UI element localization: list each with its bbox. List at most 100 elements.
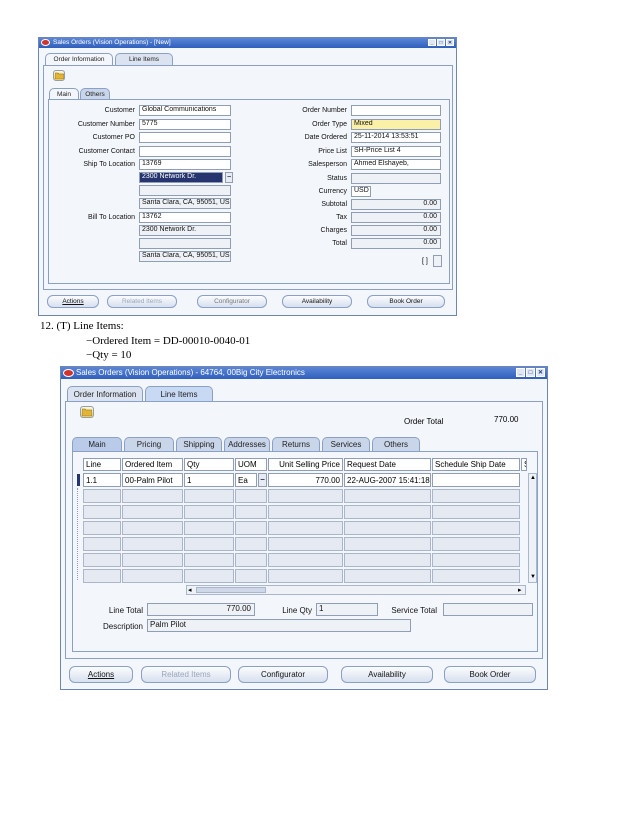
row-selector-column[interactable] <box>77 488 80 580</box>
col-header-s[interactable]: S <box>521 458 527 471</box>
ship-to-location-field[interactable]: 13769 <box>139 159 231 170</box>
col-header-line[interactable]: Line <box>83 458 121 471</box>
date-ordered-field[interactable]: 25-11-2014 13:53:51 <box>351 132 441 143</box>
minimize-icon[interactable]: _ <box>428 39 436 46</box>
cell-uom[interactable]: Ea <box>235 473 257 487</box>
book-order-button-2[interactable]: Book Order <box>444 666 536 683</box>
vertical-scrollbar[interactable]: ▲ ▼ <box>528 473 537 583</box>
empty-grid-cell[interactable] <box>122 537 183 551</box>
scroll-right-icon[interactable]: ▸ <box>518 586 522 594</box>
scroll-left-icon[interactable]: ◂ <box>188 586 192 594</box>
empty-grid-cell[interactable] <box>122 489 183 503</box>
cell-qty[interactable]: 1 <box>184 473 234 487</box>
bill-to-location-field[interactable]: 13762 <box>139 212 231 223</box>
subtab-pricing[interactable]: Pricing <box>124 437 174 451</box>
subtab-services[interactable]: Services <box>322 437 370 451</box>
empty-grid-cell[interactable] <box>83 505 121 519</box>
close-icon-2[interactable]: ✕ <box>536 368 545 377</box>
tab-line-items[interactable]: Line Items <box>115 53 173 65</box>
empty-grid-cell[interactable] <box>344 569 431 583</box>
maximize-icon[interactable]: □ <box>437 39 445 46</box>
empty-grid-cell[interactable] <box>83 521 121 535</box>
col-header-ordered-item[interactable]: Ordered Item <box>122 458 183 471</box>
related-items-button-2[interactable]: Related Items <box>141 666 231 683</box>
empty-grid-cell[interactable] <box>432 569 520 583</box>
empty-grid-cell[interactable] <box>268 553 343 567</box>
horizontal-scrollbar[interactable]: ◂ ▸ <box>186 585 526 595</box>
empty-grid-cell[interactable] <box>268 489 343 503</box>
actions-button[interactable]: Actions <box>47 295 99 308</box>
close-icon[interactable]: ✕ <box>446 39 454 46</box>
empty-grid-cell[interactable] <box>83 569 121 583</box>
empty-grid-cell[interactable] <box>432 553 520 567</box>
col-header-uom[interactable]: UOM <box>235 458 267 471</box>
folder-icon-2[interactable] <box>80 406 94 418</box>
availability-button[interactable]: Availability <box>282 295 352 308</box>
empty-grid-cell[interactable] <box>235 521 267 535</box>
cell-schedule-ship-date[interactable] <box>432 473 520 487</box>
subtab-main[interactable]: Main <box>49 88 79 99</box>
subtab-addresses[interactable]: Addresses <box>224 437 270 451</box>
customer-number-field[interactable]: 5775 <box>139 119 231 130</box>
tab-order-information-2[interactable]: Order Information <box>67 386 143 401</box>
subtab-shipping[interactable]: Shipping <box>176 437 222 451</box>
cell-ordered-item[interactable]: 00-Palm Pilot <box>122 473 183 487</box>
configurator-button[interactable]: Configurator <box>197 295 267 308</box>
price-list-field[interactable]: SH-Price List 4 <box>351 146 441 157</box>
configurator-button-2[interactable]: Configurator <box>238 666 328 683</box>
subtab-others-2[interactable]: Others <box>372 437 420 451</box>
empty-grid-cell[interactable] <box>235 553 267 567</box>
empty-grid-cell[interactable] <box>122 569 183 583</box>
cell-request-date[interactable]: 22-AUG-2007 15:41:18 <box>344 473 431 487</box>
maximize-icon-2[interactable]: □ <box>526 368 535 377</box>
empty-grid-cell[interactable] <box>268 521 343 535</box>
col-header-schedule-ship-date[interactable]: Schedule Ship Date <box>432 458 520 471</box>
empty-grid-cell[interactable] <box>235 489 267 503</box>
col-header-unit-selling-price[interactable]: Unit Selling Price <box>268 458 343 471</box>
cell-unit-selling-price[interactable]: 770.00 <box>268 473 343 487</box>
empty-grid-cell[interactable] <box>235 537 267 551</box>
empty-grid-cell[interactable] <box>83 489 121 503</box>
currency-field[interactable]: USD <box>351 186 371 197</box>
customer-po-field[interactable] <box>139 132 231 143</box>
folder-icon[interactable] <box>53 70 65 81</box>
ship-address-lov-button[interactable]: − <box>225 172 233 183</box>
empty-grid-cell[interactable] <box>344 505 431 519</box>
uom-lov-button[interactable]: − <box>258 473 267 487</box>
empty-grid-cell[interactable] <box>184 569 234 583</box>
tab-line-items-2[interactable]: Line Items <box>145 386 213 401</box>
scroll-thumb[interactable] <box>196 587 266 593</box>
availability-button-2[interactable]: Availability <box>341 666 433 683</box>
empty-grid-cell[interactable] <box>122 553 183 567</box>
empty-grid-cell[interactable] <box>268 505 343 519</box>
empty-grid-cell[interactable] <box>184 521 234 535</box>
subtab-main-2[interactable]: Main <box>72 437 122 451</box>
empty-grid-cell[interactable] <box>344 537 431 551</box>
empty-grid-cell[interactable] <box>268 569 343 583</box>
empty-grid-cell[interactable] <box>83 537 121 551</box>
scroll-up-icon[interactable]: ▲ <box>530 475 536 481</box>
empty-grid-cell[interactable] <box>268 537 343 551</box>
empty-grid-cell[interactable] <box>432 489 520 503</box>
subtab-others[interactable]: Others <box>80 88 110 99</box>
col-header-qty[interactable]: Qty <box>184 458 234 471</box>
empty-grid-cell[interactable] <box>432 521 520 535</box>
tab-order-information[interactable]: Order Information <box>45 53 113 65</box>
empty-grid-cell[interactable] <box>432 537 520 551</box>
empty-grid-cell[interactable] <box>184 537 234 551</box>
flex-field-box[interactable] <box>433 255 442 267</box>
empty-grid-cell[interactable] <box>83 553 121 567</box>
ship-address-line1[interactable]: 2300 Network Dr. <box>139 172 223 183</box>
order-number-field[interactable] <box>351 105 441 116</box>
empty-grid-cell[interactable] <box>344 553 431 567</box>
empty-grid-cell[interactable] <box>235 569 267 583</box>
book-order-button[interactable]: Book Order <box>367 295 445 308</box>
empty-grid-cell[interactable] <box>344 521 431 535</box>
scroll-down-icon[interactable]: ▼ <box>530 574 536 580</box>
empty-grid-cell[interactable] <box>235 505 267 519</box>
actions-button-2[interactable]: Actions <box>69 666 133 683</box>
subtab-returns[interactable]: Returns <box>272 437 320 451</box>
salesperson-field[interactable]: Ahmed Elshayeb, <box>351 159 441 170</box>
customer-field[interactable]: Global Communications <box>139 105 231 116</box>
empty-grid-cell[interactable] <box>184 505 234 519</box>
